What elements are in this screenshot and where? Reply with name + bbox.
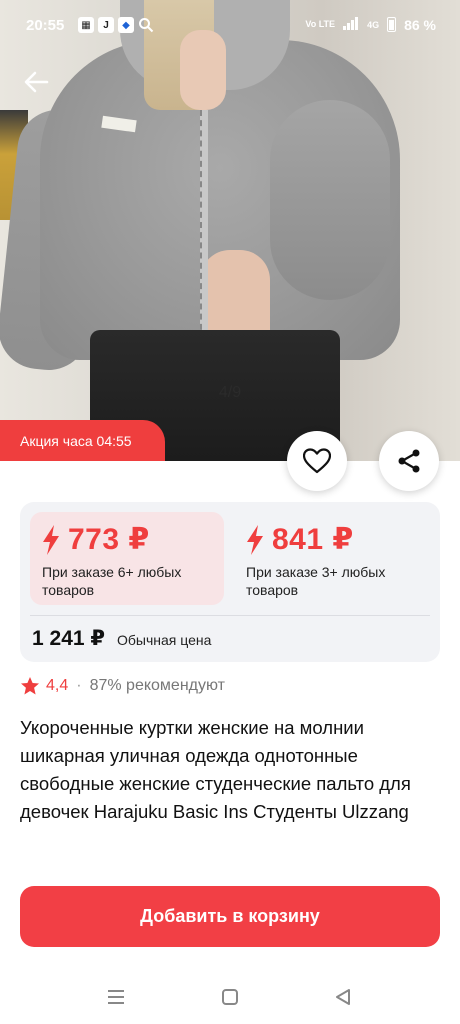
price-tier-6plus[interactable]: 773 ₽ При заказе 6+ любых товаров [30,512,224,605]
search-icon [138,17,154,38]
tier-condition: При заказе 3+ любых товаров [246,564,386,598]
home-icon[interactable] [219,986,241,1008]
signal-icon [343,16,359,33]
back-triangle-icon[interactable] [332,986,354,1008]
regular-price: 1 241 ₽ Обычная цена [32,626,211,651]
rating-row[interactable]: 4,4 · 87% рекомендуют [20,676,225,696]
favorite-button[interactable] [287,431,347,491]
price-card: 773 ₽ При заказе 6+ любых товаров 841 ₽ … [20,502,440,662]
recent-apps-icon[interactable] [105,986,127,1008]
volte-indicator: Vo LTE [305,19,336,29]
status-time: 20:55 [26,17,65,34]
tier-price: 773 ₽ [68,523,150,556]
network-type: 4G [367,19,380,30]
rating-separator: · [76,677,82,694]
share-button[interactable] [379,431,439,491]
heart-icon [303,448,331,474]
gallery-icon: ▦ [78,17,94,33]
back-button[interactable] [20,66,52,98]
tier-price: 841 ₽ [272,523,354,556]
battery-percent: 86 % [404,16,436,33]
battery-icon [387,17,397,32]
regular-price-amount: 1 241 ₽ [32,627,105,650]
tier-condition: При заказе 6+ любых товаров [42,564,182,598]
lightning-icon [247,524,263,555]
recommend-percent: 87% рекомендуют [89,677,225,694]
rating-score: 4,4 [46,677,69,694]
star-icon [21,677,39,695]
add-to-cart-button[interactable]: Добавить в корзину [20,886,440,947]
divider [30,615,430,616]
arrow-left-icon [24,71,49,93]
product-title: Укороченные куртки женские на молнии шик… [20,717,411,822]
share-icon [398,449,420,473]
flash-sale-badge: Акция часа 04:55 [0,420,165,461]
j-app-icon: J [98,17,114,33]
image-counter: 4/9 [218,384,242,401]
shield-app-icon: ◆ [118,17,134,33]
regular-price-label: Обычная цена [117,632,212,648]
price-tier-3plus[interactable]: 841 ₽ При заказе 3+ любых товаров [234,512,428,605]
product-image[interactable]: 4/9 [0,0,460,461]
lightning-icon [43,524,59,555]
status-bar: 20:55 ▦ J ◆ Vo LTE 4G 86 % [0,0,460,52]
system-nav-bar [0,970,460,1024]
